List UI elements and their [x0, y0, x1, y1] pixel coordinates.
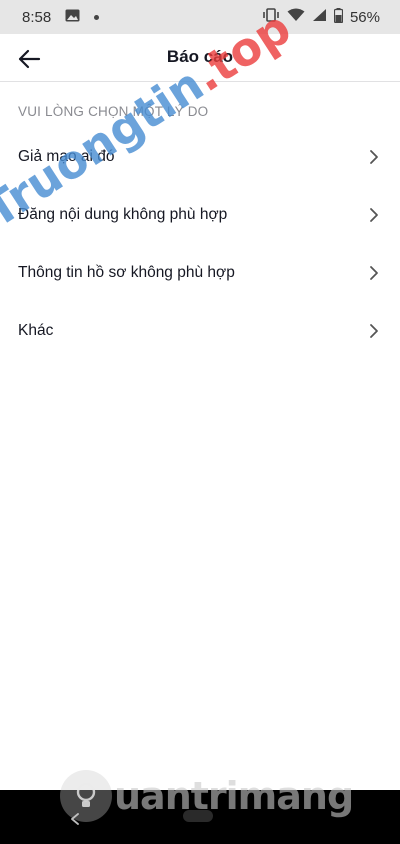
reason-label: Khác — [18, 322, 54, 339]
status-bar: 8:58 56% — [0, 0, 400, 34]
reason-item-inappropriate-content[interactable]: Đăng nội dung không phù hợp — [0, 186, 400, 244]
vibrate-icon — [262, 8, 280, 26]
chevron-right-icon — [368, 323, 380, 339]
system-nav-bar — [0, 790, 400, 844]
reason-label: Thông tin hồ sơ không phù hợp — [18, 264, 235, 281]
nav-home-pill[interactable] — [183, 810, 213, 822]
section-label: VUI LÒNG CHỌN MỘT LÝ DO — [18, 104, 209, 119]
chevron-right-icon — [368, 149, 380, 165]
app-header: Báo cáo — [0, 34, 400, 82]
reason-item-other[interactable]: Khác — [0, 302, 400, 360]
battery-percent: 56% — [349, 8, 380, 26]
notification-dot-icon — [94, 14, 100, 20]
reason-label: Đăng nội dung không phù hợp — [18, 206, 228, 223]
chevron-right-icon — [368, 207, 380, 223]
reason-list: Giả mạo ai đó Đăng nội dung không phù hợ… — [0, 128, 400, 360]
wifi-icon — [287, 8, 305, 26]
page-title: Báo cáo — [166, 47, 234, 66]
reason-label: Giả mạo ai đó — [18, 148, 115, 165]
status-time: 8:58 — [22, 8, 52, 26]
status-right: 56% — [262, 7, 380, 27]
status-left: 8:58 — [22, 8, 100, 26]
reason-item-inappropriate-profile[interactable]: Thông tin hồ sơ không phù hợp — [0, 244, 400, 302]
reason-item-impersonation[interactable]: Giả mạo ai đó — [0, 128, 400, 186]
battery-icon — [333, 7, 344, 27]
chevron-right-icon — [368, 265, 380, 281]
signal-icon — [312, 8, 327, 26]
image-icon — [65, 9, 80, 26]
nav-back-icon[interactable] — [70, 812, 80, 830]
